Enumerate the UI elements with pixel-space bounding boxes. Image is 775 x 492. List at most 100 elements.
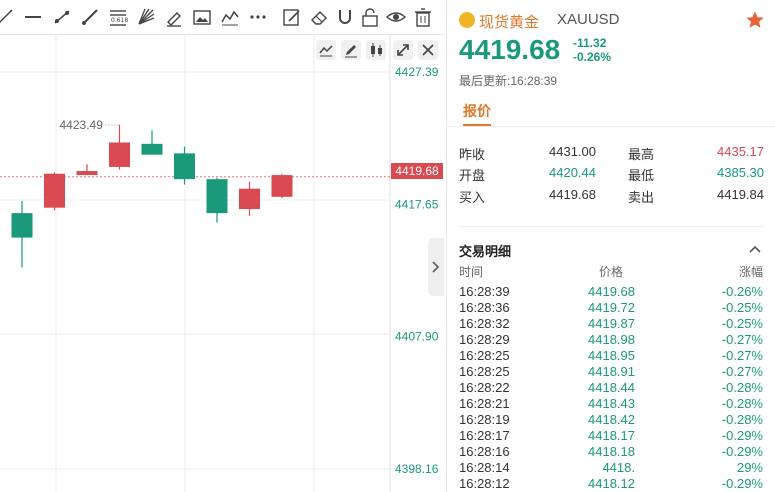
candle-body xyxy=(271,175,293,197)
chevron-up-icon[interactable] xyxy=(747,241,763,257)
segment-line-icon[interactable] xyxy=(79,6,101,28)
candle-body xyxy=(206,179,228,214)
trade-price: 4419.72 xyxy=(588,300,635,315)
trade-time: 16:28:36 xyxy=(459,300,510,315)
wave-line-icon[interactable] xyxy=(219,6,241,28)
trade-time: 16:28:14 xyxy=(459,460,510,475)
pencil-icon[interactable] xyxy=(341,40,361,60)
price-change-percent: -0.26% xyxy=(573,50,612,64)
edit-note-icon[interactable] xyxy=(281,6,303,28)
table-row: 16:28:14 4418. 29% xyxy=(447,460,775,476)
trade-change: -0.28% xyxy=(721,396,763,411)
trade-time: 16:28:25 xyxy=(459,364,510,379)
price-axis-label: 4417.65 xyxy=(395,197,439,211)
trade-change: -0.25% xyxy=(721,316,763,331)
trend-line-icon[interactable] xyxy=(0,6,16,28)
chevron-right-icon xyxy=(432,261,440,273)
last-update-time: 最后更新:16:28:39 xyxy=(459,74,558,88)
low-label: 最低 xyxy=(628,168,655,183)
indicator-line-icon[interactable] xyxy=(316,40,336,60)
table-row: 16:28:22 4418.44 -0.28% xyxy=(447,380,775,396)
trade-change: -0.27% xyxy=(721,348,763,363)
expand-icon[interactable] xyxy=(393,40,413,60)
price-chart[interactable]: 4427.39 4417.65 4407.90 4398.16 4423.49 xyxy=(0,0,444,492)
table-row: 16:28:17 4418.17 -0.29% xyxy=(447,428,775,444)
fan-lines-icon[interactable] xyxy=(135,6,157,28)
trade-price: 4418.98 xyxy=(588,332,635,347)
bid-label: 买入 xyxy=(459,190,486,205)
brush-icon[interactable] xyxy=(163,6,185,28)
favorite-star-icon[interactable] xyxy=(745,10,765,30)
chart-panel: 4427.39 4417.65 4407.90 4398.16 4423.49 0.61… xyxy=(0,0,444,492)
price-axis-label: 4407.90 xyxy=(395,330,439,344)
tab-quote[interactable]: 报价 xyxy=(463,101,491,121)
candle-body xyxy=(239,188,260,210)
ask-label: 卖出 xyxy=(628,190,655,205)
more-tools-icon[interactable] xyxy=(247,6,269,28)
candle-body xyxy=(44,173,65,208)
trade-price: 4418.18 xyxy=(588,444,635,459)
col-header-price: 价格 xyxy=(599,265,624,279)
high-label: 最高 xyxy=(628,147,655,162)
trade-change: -0.28% xyxy=(721,412,763,427)
trade-price: 4419.87 xyxy=(588,316,635,331)
candle-body xyxy=(76,171,98,176)
trade-time: 16:28:29 xyxy=(459,332,510,347)
trade-time: 16:28:22 xyxy=(459,380,510,395)
ray-line-icon[interactable] xyxy=(51,6,73,28)
candlestick-type-icon[interactable] xyxy=(366,40,386,60)
trade-price: 4418.95 xyxy=(588,348,635,363)
trade-change: -0.25% xyxy=(721,300,763,315)
table-row: 16:28:29 4418.98 -0.27% xyxy=(447,332,775,348)
candle-body xyxy=(11,213,33,238)
low-value: 4385.30 xyxy=(717,165,764,180)
trade-time: 16:28:25 xyxy=(459,348,510,363)
trade-change: -0.27% xyxy=(721,364,763,379)
trade-price: 4418.44 xyxy=(588,380,635,395)
price-axis-label: 4398.16 xyxy=(395,462,439,476)
price-change: -11.32 xyxy=(573,36,607,50)
last-price: 4419.68 xyxy=(459,34,561,65)
open-value: 4420.44 xyxy=(549,165,596,180)
candle-body xyxy=(141,143,163,155)
symbol-code: XAUUSD xyxy=(557,11,620,28)
table-row: 16:28:25 4418.91 -0.27% xyxy=(447,364,775,380)
trade-price: 4418.43 xyxy=(588,396,635,411)
divider xyxy=(447,126,775,127)
quote-panel: 现货黄金 XAUUSD 4419.68 -11.32 -0.26% 最后更新:1… xyxy=(446,0,775,492)
panel-collapse-handle[interactable] xyxy=(428,238,444,296)
trade-time: 16:28:16 xyxy=(459,444,510,459)
trade-price: 4418. xyxy=(602,460,635,475)
horizontal-line-icon[interactable] xyxy=(22,6,44,28)
trash-icon[interactable] xyxy=(412,6,434,28)
bid-value: 4419.68 xyxy=(549,187,596,202)
table-row: 16:28:32 4419.87 -0.25% xyxy=(447,316,775,332)
table-row: 16:28:16 4418.18 -0.29% xyxy=(447,444,775,460)
trade-change: -0.29% xyxy=(721,476,763,491)
trade-time: 16:28:39 xyxy=(459,284,510,299)
trade-time: 16:28:32 xyxy=(459,316,510,331)
symbol-name: 现货黄金 xyxy=(479,14,540,31)
high-marker-label: 4423.49 xyxy=(60,118,104,132)
divider xyxy=(459,226,764,227)
trade-change: -0.29% xyxy=(721,428,763,443)
current-price-tag: 4419.68 xyxy=(391,163,443,179)
unlock-icon[interactable] xyxy=(359,6,381,28)
gold-coin-icon xyxy=(459,12,475,28)
eye-icon[interactable] xyxy=(385,6,407,28)
trade-price: 4418.91 xyxy=(588,364,635,379)
trade-time: 16:28:19 xyxy=(459,412,510,427)
fibonacci-icon[interactable]: 0.618 xyxy=(107,6,129,28)
trade-price: 4418.42 xyxy=(588,412,635,427)
trade-change: -0.29% xyxy=(721,444,763,459)
trade-price: 4418.17 xyxy=(588,428,635,443)
col-header-change: 涨幅 xyxy=(739,265,764,279)
image-icon[interactable] xyxy=(191,6,213,28)
price-axis-label: 4427.39 xyxy=(395,65,439,79)
eraser-icon[interactable] xyxy=(308,6,330,28)
magnet-icon[interactable] xyxy=(334,6,356,28)
candle-body xyxy=(109,142,130,167)
trade-time: 16:28:17 xyxy=(459,428,510,443)
close-icon[interactable] xyxy=(418,40,438,60)
candle-body xyxy=(174,153,195,180)
